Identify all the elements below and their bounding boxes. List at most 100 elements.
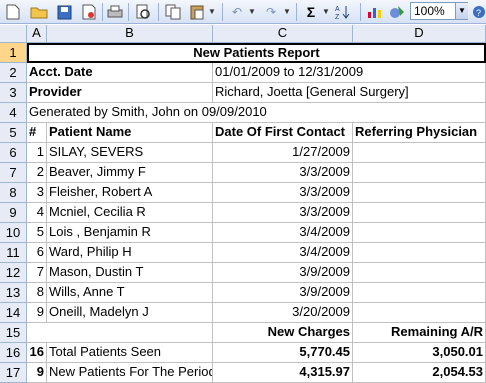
patient-num-cell[interactable]: 1	[27, 143, 47, 163]
row-header-7[interactable]: 7	[0, 163, 27, 183]
copy-icon[interactable]	[164, 3, 182, 21]
total-charges-cell[interactable]: 5,770.45	[213, 343, 353, 363]
provider-value-cell[interactable]: Richard, Joetta [General Surgery]	[213, 83, 486, 103]
summary-blank-cell[interactable]	[27, 323, 213, 343]
print-preview-icon[interactable]	[134, 3, 152, 21]
row-header-4[interactable]: 4	[0, 103, 27, 123]
total-remaining-cell[interactable]: 3,050.01	[353, 343, 486, 363]
acct-date-value-cell[interactable]: 01/01/2009 to 12/31/2009	[213, 63, 486, 83]
patient-name-cell[interactable]: Wills, Anne T	[47, 283, 213, 303]
patient-name-cell[interactable]: Fleisher, Robert A	[47, 183, 213, 203]
patient-date-cell[interactable]: 3/4/2009	[213, 243, 353, 263]
zoom-dropdown-icon[interactable]: ▼	[455, 3, 468, 19]
patient-num-cell[interactable]: 6	[27, 243, 47, 263]
row-header-12[interactable]: 12	[0, 263, 27, 283]
patient-name-cell[interactable]: Lois , Benjamin R	[47, 223, 213, 243]
patient-name-cell[interactable]: Beaver, Jimmy F	[47, 163, 213, 183]
row-header-2[interactable]: 2	[0, 63, 27, 83]
autosum-icon[interactable]: Σ	[302, 3, 320, 21]
patient-name-cell[interactable]: Ward, Philip H	[47, 243, 213, 263]
patient-date-cell[interactable]: 1/27/2009	[213, 143, 353, 163]
paste-icon[interactable]	[188, 3, 206, 21]
row-header-5[interactable]: 5	[0, 123, 27, 143]
patient-referring-cell[interactable]	[353, 223, 486, 243]
row-header-11[interactable]: 11	[0, 243, 27, 263]
new-icon[interactable]	[4, 3, 22, 21]
patient-referring-cell[interactable]	[353, 243, 486, 263]
new-remaining-cell[interactable]: 2,054.53	[353, 363, 486, 383]
row-header-16[interactable]: 16	[0, 343, 27, 363]
row-header-6[interactable]: 6	[0, 143, 27, 163]
report-title-cell[interactable]: New Patients Report	[27, 43, 486, 63]
redo-icon[interactable]: ↷	[262, 3, 280, 21]
row-header-1[interactable]: 1	[0, 43, 27, 63]
patient-referring-cell[interactable]	[353, 163, 486, 183]
row-header-13[interactable]: 13	[0, 283, 27, 303]
select-all-corner[interactable]	[0, 25, 27, 43]
patient-date-cell[interactable]: 3/4/2009	[213, 223, 353, 243]
drawing-icon[interactable]	[388, 3, 406, 21]
patient-referring-cell[interactable]	[353, 183, 486, 203]
column-header-c[interactable]: C	[213, 25, 353, 43]
row-header-9[interactable]: 9	[0, 203, 27, 223]
patient-date-cell[interactable]: 3/3/2009	[213, 203, 353, 223]
patient-date-cell[interactable]: 3/9/2009	[213, 283, 353, 303]
row-header-15[interactable]: 15	[0, 323, 27, 343]
acct-date-label-cell[interactable]: Acct. Date	[27, 63, 213, 83]
row-header-10[interactable]: 10	[0, 223, 27, 243]
row-header-3[interactable]: 3	[0, 83, 27, 103]
column-header-a[interactable]: A	[27, 25, 47, 43]
undo-icon[interactable]: ↶	[228, 3, 246, 21]
patient-name-cell[interactable]: Mason, Dustin T	[47, 263, 213, 283]
remaining-ar-header-cell[interactable]: Remaining A/R	[353, 323, 486, 343]
patient-num-cell[interactable]: 7	[27, 263, 47, 283]
header-date-cell[interactable]: Date Of First Contact	[213, 123, 353, 143]
patient-referring-cell[interactable]	[353, 283, 486, 303]
patient-name-cell[interactable]: Oneill, Madelyn J	[47, 303, 213, 323]
patient-date-cell[interactable]: 3/3/2009	[213, 183, 353, 203]
patient-name-cell[interactable]: SILAY, SEVERS	[47, 143, 213, 163]
patient-num-cell[interactable]: 5	[27, 223, 47, 243]
svg-text:Z: Z	[335, 14, 340, 20]
generated-by-cell[interactable]: Generated by Smith, John on 09/09/2010	[27, 103, 486, 123]
row-header-8[interactable]: 8	[0, 183, 27, 203]
patient-num-cell[interactable]: 4	[27, 203, 47, 223]
patient-date-cell[interactable]: 3/20/2009	[213, 303, 353, 323]
patient-num-cell[interactable]: 8	[27, 283, 47, 303]
patient-referring-cell[interactable]	[353, 303, 486, 323]
new-label-cell[interactable]: New Patients For The Period	[47, 363, 213, 383]
patient-referring-cell[interactable]	[353, 143, 486, 163]
zoom-value: 100%	[414, 4, 445, 18]
header-referring-cell[interactable]: Referring Physician	[353, 123, 486, 143]
chart-icon[interactable]	[366, 3, 384, 21]
permission-icon[interactable]	[80, 3, 98, 21]
patient-referring-cell[interactable]	[353, 203, 486, 223]
sort-icon[interactable]: AZ	[334, 3, 352, 21]
patient-num-cell[interactable]: 9	[27, 303, 47, 323]
svg-text:A: A	[335, 6, 340, 13]
help-icon[interactable]: ?	[470, 3, 486, 21]
column-header-d[interactable]: D	[353, 25, 486, 43]
patient-date-cell[interactable]: 3/3/2009	[213, 163, 353, 183]
patient-name-cell[interactable]: Mcniel, Cecilia R	[47, 203, 213, 223]
print-icon[interactable]	[106, 3, 124, 21]
new-charges-cell[interactable]: 4,315.97	[213, 363, 353, 383]
save-icon[interactable]	[55, 3, 73, 21]
total-count-cell[interactable]: 16	[27, 343, 47, 363]
column-header-b[interactable]: B	[47, 25, 213, 43]
row-header-17[interactable]: 17	[0, 363, 27, 383]
total-label-cell[interactable]: Total Patients Seen	[47, 343, 213, 363]
new-charges-header-cell[interactable]: New Charges	[213, 323, 353, 343]
row-header-14[interactable]: 14	[0, 303, 27, 323]
header-num-cell[interactable]: #	[27, 123, 47, 143]
patient-num-cell[interactable]: 3	[27, 183, 47, 203]
patient-date-cell[interactable]: 3/9/2009	[213, 263, 353, 283]
svg-text:?: ?	[476, 8, 481, 18]
patient-num-cell[interactable]: 2	[27, 163, 47, 183]
open-icon[interactable]	[30, 3, 48, 21]
standard-toolbar: ▼ ↶ ▼ ↷ ▼ Σ ▼ AZ 100% ▼ ?	[0, 0, 486, 24]
header-patient-name-cell[interactable]: Patient Name	[47, 123, 213, 143]
new-count-cell[interactable]: 9	[27, 363, 47, 383]
patient-referring-cell[interactable]	[353, 263, 486, 283]
provider-label-cell[interactable]: Provider	[27, 83, 213, 103]
